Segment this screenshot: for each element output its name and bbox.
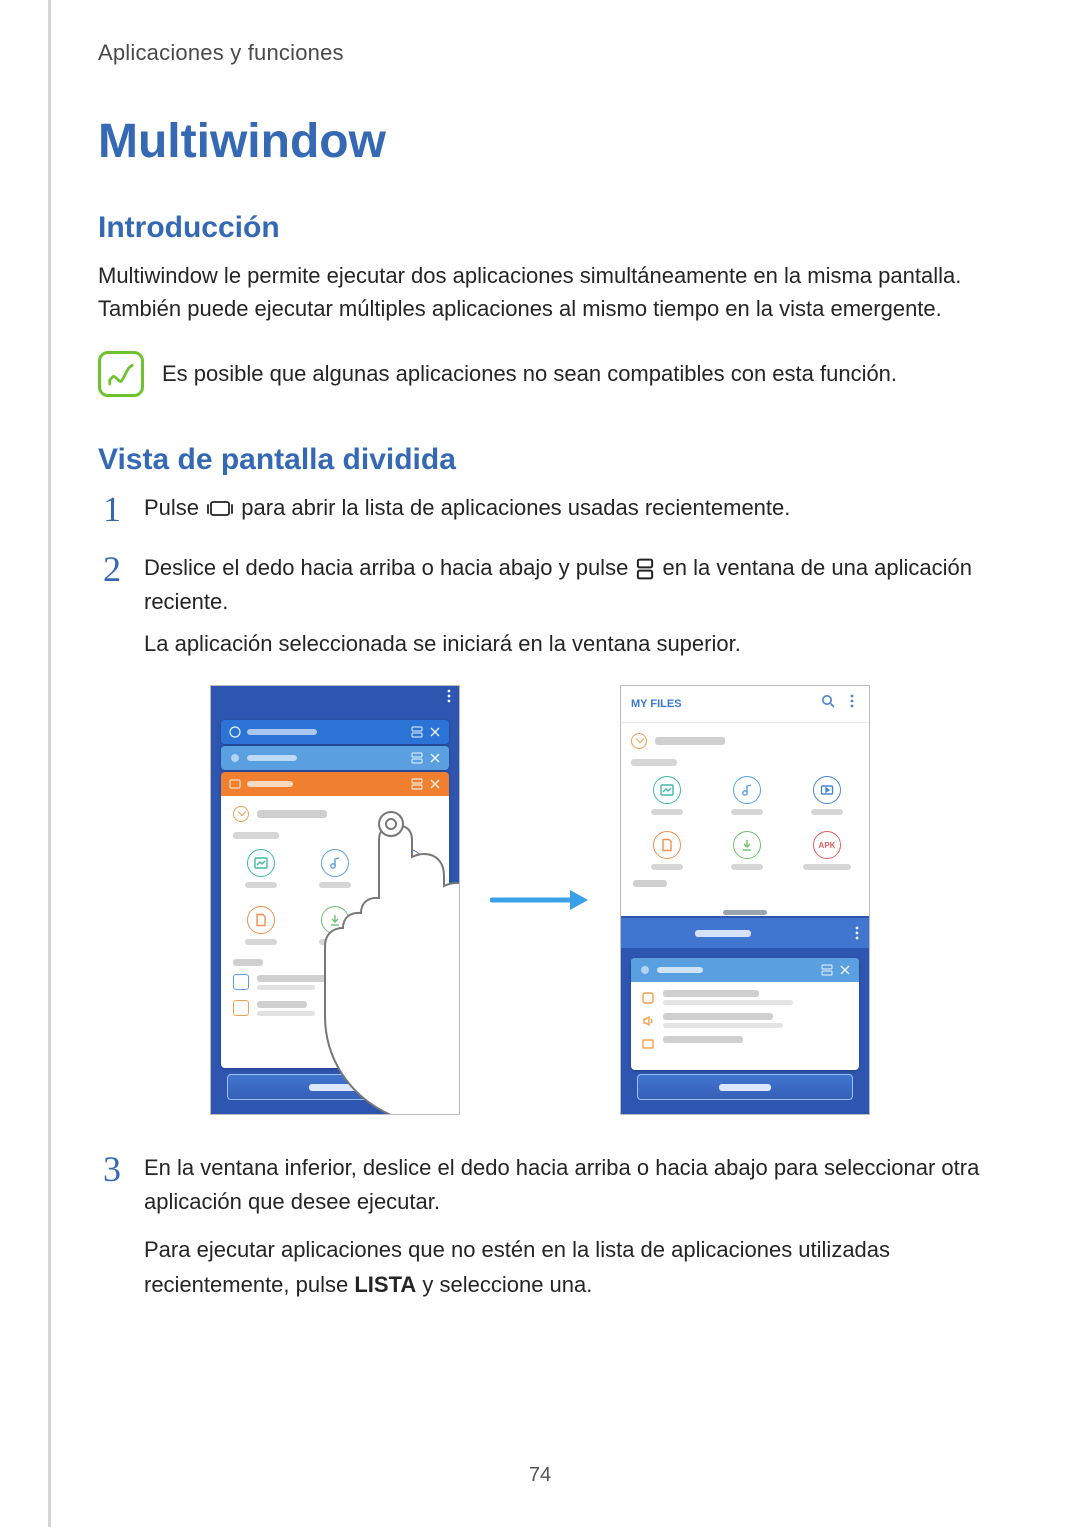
search-icon bbox=[821, 694, 835, 708]
downloads-icon bbox=[733, 831, 761, 859]
recent-card bbox=[221, 720, 449, 744]
documents-icon bbox=[247, 906, 275, 934]
close-icon bbox=[429, 726, 441, 738]
audio-icon bbox=[733, 776, 761, 804]
recent-card bbox=[631, 958, 859, 1070]
close-icon bbox=[839, 964, 851, 976]
page-binding-edge bbox=[48, 0, 51, 1527]
page-number: 74 bbox=[0, 1464, 1080, 1487]
steps-list-continued: 3 En la ventana inferior, deslice el ded… bbox=[98, 1151, 982, 1301]
connections-icon bbox=[641, 991, 655, 1005]
step-text: Pulse para abrir la lista de aplicacione… bbox=[144, 491, 982, 527]
note-text: Es posible que algunas aplicaciones no s… bbox=[162, 361, 897, 387]
more-apps-bar bbox=[621, 918, 869, 948]
text-fragment: La aplicación seleccionada se iniciará e… bbox=[144, 631, 741, 656]
arrow-right-icon bbox=[490, 886, 590, 914]
clock-icon bbox=[233, 806, 249, 822]
recent-card-active: APK bbox=[221, 772, 449, 1068]
breadcrumb: Aplicaciones y funciones bbox=[98, 40, 982, 66]
step-text: Deslice el dedo hacia arriba o hacia aba… bbox=[144, 551, 982, 661]
audio-icon bbox=[321, 849, 349, 877]
close-icon bbox=[429, 778, 441, 790]
note-block: Es posible que algunas aplicaciones no s… bbox=[98, 351, 982, 397]
splitview-icon bbox=[411, 778, 423, 790]
page-title: Multiwindow bbox=[98, 114, 982, 169]
text-fragment: Deslice el dedo hacia arriba o hacia aba… bbox=[144, 555, 634, 580]
internal-storage-icon bbox=[233, 974, 249, 990]
figure-split-screen: APK bbox=[98, 685, 982, 1115]
text-fragment: Pulse bbox=[144, 495, 205, 520]
page-content: Aplicaciones y funciones Multiwindow Int… bbox=[0, 0, 1080, 1302]
recent-card bbox=[221, 746, 449, 770]
close-icon bbox=[429, 752, 441, 764]
text-fragment: y seleccione una. bbox=[416, 1272, 592, 1297]
splitview-icon bbox=[411, 752, 423, 764]
step-number: 3 bbox=[98, 1151, 126, 1301]
step-1: 1 Pulse para abrir la lista de aplicacio… bbox=[98, 491, 982, 527]
intro-paragraph: Multiwindow le permite ejecutar dos apli… bbox=[98, 259, 982, 325]
figure-phone-right: MY FILES APK bbox=[620, 685, 870, 1115]
text-fragment: En la ventana inferior, deslice el dedo … bbox=[144, 1155, 979, 1214]
documents-icon bbox=[653, 831, 681, 859]
close-all-button bbox=[227, 1074, 443, 1100]
sd-card-icon bbox=[233, 1000, 249, 1016]
downloads-icon bbox=[321, 906, 349, 934]
apk-icon: APK bbox=[813, 831, 841, 859]
splitview-icon bbox=[636, 558, 654, 580]
images-icon bbox=[247, 849, 275, 877]
splitview-icon bbox=[411, 726, 423, 738]
more-icon bbox=[855, 926, 859, 940]
clock-icon bbox=[631, 733, 647, 749]
close-all-button bbox=[637, 1074, 853, 1100]
sound-icon bbox=[641, 1014, 655, 1028]
apk-icon: APK bbox=[395, 906, 423, 934]
step-number: 2 bbox=[98, 551, 126, 661]
bottom-recents-pane bbox=[621, 948, 869, 1114]
video-icon bbox=[813, 776, 841, 804]
note-icon bbox=[98, 351, 144, 397]
step-text: En la ventana inferior, deslice el dedo … bbox=[144, 1151, 982, 1301]
step-number: 1 bbox=[98, 491, 126, 527]
top-app-pane: MY FILES APK bbox=[621, 686, 869, 916]
text-fragment: para abrir la lista de aplicaciones usad… bbox=[241, 495, 790, 520]
status-bar bbox=[211, 686, 459, 706]
step-3: 3 En la ventana inferior, deslice el ded… bbox=[98, 1151, 982, 1301]
notifications-icon bbox=[641, 1037, 655, 1051]
section-heading-introduccion: Introducción bbox=[98, 211, 982, 245]
video-icon bbox=[395, 849, 423, 877]
figure-phone-left: APK bbox=[210, 685, 460, 1115]
step-2: 2 Deslice el dedo hacia arriba o hacia a… bbox=[98, 551, 982, 661]
images-icon bbox=[653, 776, 681, 804]
split-handle bbox=[723, 910, 767, 915]
more-icon bbox=[845, 694, 859, 708]
text-bold: LISTA bbox=[354, 1272, 416, 1297]
section-heading-splitview: Vista de pantalla dividida bbox=[98, 443, 982, 477]
splitview-icon bbox=[821, 964, 833, 976]
app-title: MY FILES bbox=[631, 698, 682, 710]
recents-button-icon bbox=[207, 499, 233, 519]
steps-list: 1 Pulse para abrir la lista de aplicacio… bbox=[98, 491, 982, 661]
